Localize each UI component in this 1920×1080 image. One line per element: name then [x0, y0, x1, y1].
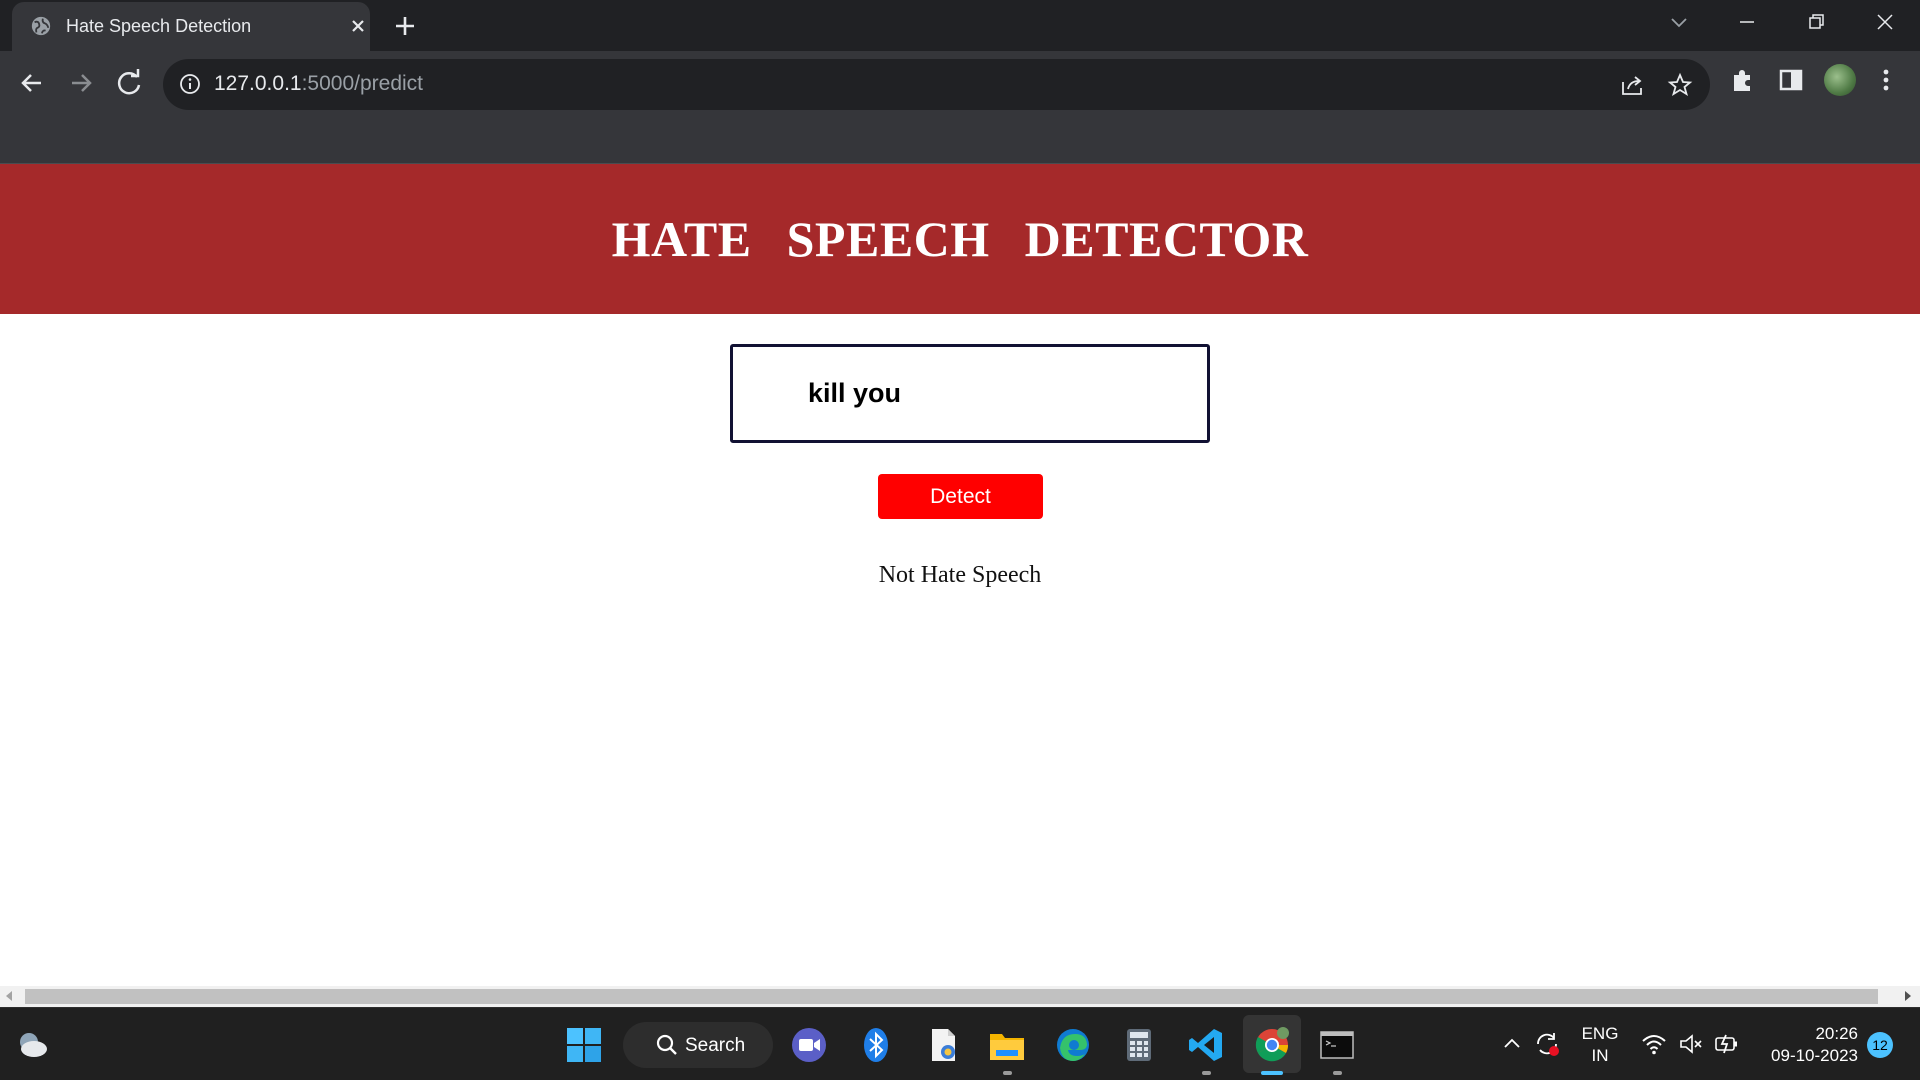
document-scanner-icon[interactable] [924, 1026, 962, 1064]
windows-taskbar: Search ENG IN 20:26 09-10-2023 12 [0, 1007, 1920, 1080]
address-bar[interactable]: 127.0.0.1:5000/predict [163, 59, 1710, 110]
file-explorer-icon[interactable] [988, 1026, 1026, 1064]
forward-icon[interactable] [63, 65, 99, 101]
notification-count-badge[interactable]: 12 [1867, 1032, 1893, 1058]
wifi-icon[interactable] [1640, 1030, 1668, 1058]
chrome-running-indicator [1261, 1071, 1283, 1075]
browser-tabstrip: Hate Speech Detection [0, 0, 1920, 51]
taskbar-search[interactable]: Search [623, 1022, 773, 1068]
header-banner: HATE SPEECH DETECTOR [0, 164, 1920, 314]
scroll-left-arrow[interactable] [6, 991, 12, 1001]
system-clock[interactable]: 20:26 09-10-2023 [1758, 1023, 1858, 1067]
clock-time: 20:26 [1815, 1024, 1858, 1043]
profile-avatar[interactable] [1824, 64, 1856, 96]
vscode-running-indicator [1202, 1071, 1211, 1075]
minimize-icon[interactable] [1730, 8, 1764, 38]
prediction-result: Not Hate Speech [878, 562, 1042, 588]
clock-date: 09-10-2023 [1771, 1046, 1858, 1065]
show-hidden-icons-chevron-icon[interactable] [1498, 1030, 1526, 1058]
share-icon[interactable] [1619, 72, 1645, 98]
horizontal-scrollbar[interactable] [0, 986, 1920, 1007]
volume-muted-icon[interactable] [1677, 1030, 1705, 1058]
scroll-right-arrow[interactable] [1905, 991, 1911, 1001]
search-label: Search [685, 1035, 746, 1056]
lang-code: ENG [1581, 1024, 1619, 1043]
weather-widget-icon[interactable] [14, 1028, 50, 1062]
browser-toolbar: 127.0.0.1:5000/predict [0, 51, 1920, 164]
region-code: IN [1591, 1046, 1609, 1065]
sync-icon[interactable] [1533, 1030, 1561, 1058]
close-tab-icon[interactable] [346, 14, 370, 38]
terminal-running-indicator [1333, 1071, 1342, 1075]
page-title: HATE SPEECH DETECTOR [611, 211, 1309, 267]
close-window-icon[interactable] [1868, 8, 1902, 38]
back-icon[interactable] [14, 65, 50, 101]
more-menu-icon[interactable] [1874, 65, 1898, 95]
edge-browser-icon[interactable] [1054, 1026, 1092, 1064]
vscode-icon[interactable] [1187, 1026, 1225, 1064]
calculator-icon[interactable] [1120, 1026, 1158, 1064]
side-panel-icon[interactable] [1776, 65, 1806, 95]
restore-icon[interactable] [1799, 8, 1833, 38]
search-icon [656, 1034, 677, 1055]
language-indicator[interactable]: ENG IN [1578, 1023, 1622, 1067]
bluetooth-icon[interactable] [857, 1026, 895, 1064]
site-info-icon[interactable] [179, 73, 201, 95]
speech-text-input[interactable] [730, 344, 1210, 443]
new-tab-icon[interactable] [390, 11, 420, 41]
browser-tab[interactable]: Hate Speech Detection [12, 2, 370, 51]
chrome-icon[interactable] [1253, 1026, 1291, 1064]
explorer-running-indicator [1003, 1071, 1012, 1075]
tab-search-icon[interactable] [1662, 8, 1696, 38]
teams-meet-icon[interactable] [790, 1026, 828, 1064]
terminal-icon[interactable] [1318, 1026, 1356, 1064]
detect-button[interactable]: Detect [878, 474, 1043, 519]
page-viewport: HATE SPEECH DETECTOR Detect Not Hate Spe… [0, 164, 1920, 986]
tab-title: Hate Speech Detection [66, 16, 252, 36]
start-menu-icon[interactable] [565, 1026, 603, 1064]
bookmark-star-icon[interactable] [1667, 72, 1693, 98]
extensions-icon[interactable] [1728, 65, 1758, 95]
battery-charging-icon[interactable] [1713, 1030, 1741, 1058]
url-text[interactable]: 127.0.0.1:5000/predict [214, 72, 423, 96]
scrollbar-thumb[interactable] [25, 989, 1878, 1004]
globe-icon [31, 16, 51, 36]
reload-icon[interactable] [111, 65, 147, 101]
